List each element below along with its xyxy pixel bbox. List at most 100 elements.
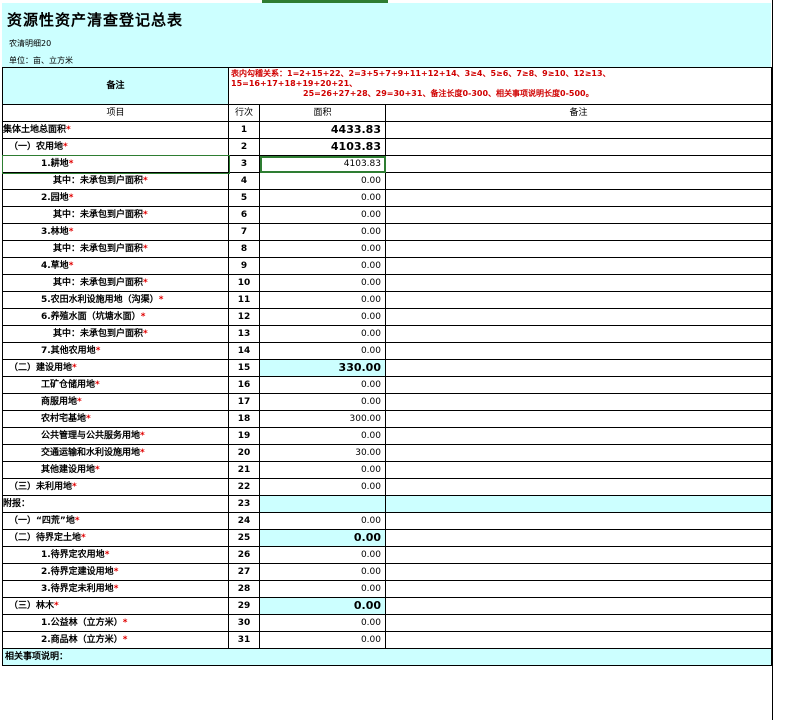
row-note-cell[interactable] bbox=[385, 529, 772, 547]
row-note-cell[interactable] bbox=[385, 410, 772, 428]
row-area-value[interactable]: 0.00 bbox=[259, 597, 386, 615]
row-note-cell[interactable] bbox=[385, 155, 772, 173]
row-line-number: 27 bbox=[228, 563, 260, 581]
row-item-label: 交通运输和水利设施用地 bbox=[41, 448, 141, 458]
row-area-value[interactable]: 0.00 bbox=[259, 172, 386, 190]
row-line-number: 23 bbox=[228, 495, 260, 513]
asset-table: 备注 表内勾稽关系：1=2+15+22、2=3+5+7+9+11+12+14、3… bbox=[1, 67, 772, 666]
row-note-cell[interactable] bbox=[385, 597, 772, 615]
required-star: * bbox=[113, 567, 119, 577]
table-row: 公共管理与公共服务用地* 19 0.00 bbox=[2, 427, 772, 445]
row-note-cell[interactable] bbox=[385, 478, 772, 496]
required-star: * bbox=[95, 465, 100, 475]
row-area-value[interactable]: 4103.83 bbox=[259, 155, 386, 173]
row-note-cell[interactable] bbox=[385, 172, 772, 190]
required-star: * bbox=[143, 244, 148, 254]
row-area-value[interactable]: 0.00 bbox=[259, 631, 386, 649]
row-area-value[interactable]: 0.00 bbox=[259, 342, 386, 360]
row-area-value[interactable]: 0.00 bbox=[259, 393, 386, 411]
row-line-number: 30 bbox=[228, 614, 260, 632]
row-line-number: 20 bbox=[228, 444, 260, 462]
row-item-cell: （一）“四荒”地* bbox=[2, 512, 229, 530]
row-note-cell[interactable] bbox=[385, 444, 772, 462]
row-area-value[interactable]: 0.00 bbox=[259, 291, 386, 309]
row-area-value[interactable]: 30.00 bbox=[259, 444, 386, 462]
row-note-cell[interactable] bbox=[385, 461, 772, 479]
row-note-cell[interactable] bbox=[385, 546, 772, 564]
row-note-cell[interactable] bbox=[385, 189, 772, 207]
row-area-value[interactable]: 0.00 bbox=[259, 563, 386, 581]
row-item-label: 其他建设用地 bbox=[41, 465, 96, 475]
row-area-value[interactable]: 0.00 bbox=[259, 240, 386, 258]
required-star: * bbox=[68, 193, 74, 203]
row-item-label: 4.草地 bbox=[41, 261, 69, 271]
required-star: * bbox=[143, 278, 148, 288]
row-area-value[interactable]: 0.00 bbox=[259, 478, 386, 496]
row-line-number: 4 bbox=[228, 172, 260, 190]
row-area-value[interactable]: 0.00 bbox=[259, 257, 386, 275]
row-note-cell[interactable] bbox=[385, 495, 772, 513]
row-note-cell[interactable] bbox=[385, 223, 772, 241]
row-area-value[interactable]: 0.00 bbox=[259, 614, 386, 632]
row-note-cell[interactable] bbox=[385, 291, 772, 309]
row-note-cell[interactable] bbox=[385, 138, 772, 156]
row-area-value[interactable]: 0.00 bbox=[259, 546, 386, 564]
row-note-cell[interactable] bbox=[385, 308, 772, 326]
row-note-cell[interactable] bbox=[385, 427, 772, 445]
row-note-cell[interactable] bbox=[385, 206, 772, 224]
row-line-number: 21 bbox=[228, 461, 260, 479]
column-header-item: 项目 bbox=[2, 104, 229, 122]
row-note-cell[interactable] bbox=[385, 121, 772, 139]
row-note-cell[interactable] bbox=[385, 631, 772, 649]
row-area-value[interactable]: 0.00 bbox=[259, 223, 386, 241]
sheet-right-border bbox=[772, 0, 773, 720]
row-area-value[interactable]: 0.00 bbox=[259, 189, 386, 207]
row-area-value[interactable]: 4433.83 bbox=[259, 121, 386, 139]
row-area-value[interactable]: 0.00 bbox=[259, 512, 386, 530]
required-star: * bbox=[72, 482, 77, 492]
row-note-cell[interactable] bbox=[385, 580, 772, 598]
related-notes-label[interactable]: 相关事项说明： bbox=[2, 648, 772, 666]
row-area-value[interactable]: 0.00 bbox=[259, 308, 386, 326]
row-area-value[interactable]: 4103.83 bbox=[259, 138, 386, 156]
row-line-number: 16 bbox=[228, 376, 260, 394]
row-item-cell: 3.林地* bbox=[2, 223, 229, 241]
row-item-cell: 其中：未承包到户面积* bbox=[2, 274, 229, 292]
row-note-cell[interactable] bbox=[385, 274, 772, 292]
row-area-value[interactable]: 300.00 bbox=[259, 410, 386, 428]
row-item-label: 其中：未承包到户面积 bbox=[53, 244, 144, 254]
row-note-cell[interactable] bbox=[385, 512, 772, 530]
row-note-cell[interactable] bbox=[385, 614, 772, 632]
row-note-cell[interactable] bbox=[385, 359, 772, 377]
row-line-number: 12 bbox=[228, 308, 260, 326]
row-note-cell[interactable] bbox=[385, 325, 772, 343]
row-note-cell[interactable] bbox=[385, 257, 772, 275]
row-area-value[interactable]: 0.00 bbox=[259, 529, 386, 547]
row-area-value[interactable]: 0.00 bbox=[259, 427, 386, 445]
row-note-cell[interactable] bbox=[385, 563, 772, 581]
row-area-value[interactable]: 0.00 bbox=[259, 206, 386, 224]
row-area-value[interactable]: 0.00 bbox=[259, 461, 386, 479]
row-area-value[interactable]: 0.00 bbox=[259, 325, 386, 343]
required-star: * bbox=[77, 397, 82, 407]
table-row: 3.待界定未利用地* 28 0.00 bbox=[2, 580, 772, 598]
row-area-value[interactable]: 0.00 bbox=[259, 274, 386, 292]
required-star: * bbox=[95, 346, 101, 356]
row-note-cell[interactable] bbox=[385, 240, 772, 258]
row-area-value[interactable]: 0.00 bbox=[259, 376, 386, 394]
row-line-number: 28 bbox=[228, 580, 260, 598]
row-area-value[interactable] bbox=[259, 495, 386, 513]
rules-line-3: 25=26+27+28、29=30+31、备注长度0-300、相关事项说明长度0… bbox=[303, 89, 594, 98]
row-note-cell[interactable] bbox=[385, 376, 772, 394]
row-area-value[interactable]: 330.00 bbox=[259, 359, 386, 377]
row-note-cell[interactable] bbox=[385, 342, 772, 360]
row-item-label: （三）未利用地 bbox=[9, 482, 73, 492]
table-row: 商服用地* 17 0.00 bbox=[2, 393, 772, 411]
required-star: * bbox=[86, 414, 91, 424]
row-item-label: 其中：未承包到户面积 bbox=[53, 278, 144, 288]
row-item-label: 5.农田水利设施用地（沟渠） bbox=[41, 295, 159, 305]
row-item-cell: 5.农田水利设施用地（沟渠）* bbox=[2, 291, 229, 309]
table-row: 其中：未承包到户面积* 8 0.00 bbox=[2, 240, 772, 258]
row-area-value[interactable]: 0.00 bbox=[259, 580, 386, 598]
row-note-cell[interactable] bbox=[385, 393, 772, 411]
